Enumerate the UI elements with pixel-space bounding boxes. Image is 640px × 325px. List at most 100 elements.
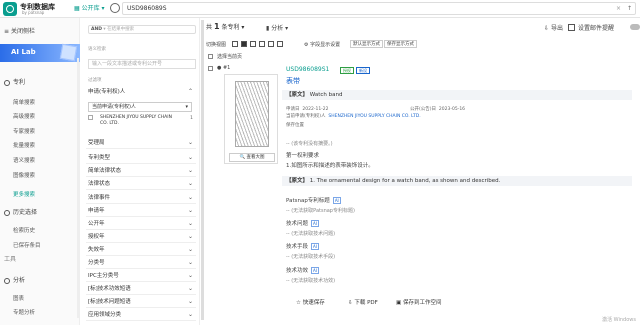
- patent-id[interactable]: USD986089S1: [286, 66, 329, 73]
- nav-topic-analysis[interactable]: 专题分析: [13, 308, 35, 316]
- ai-badge: AI: [311, 243, 319, 250]
- ai-lab-banner[interactable]: AI Lab: [0, 43, 80, 62]
- filter-app-field[interactable]: 应用领域分类 ⌄: [86, 309, 196, 321]
- library-selector[interactable]: ▦ 公开库 ▾: [70, 3, 109, 15]
- filter-expire-year[interactable]: 失效年 ⌄: [86, 244, 196, 256]
- company-count: 1: [190, 116, 193, 121]
- nav-more-search[interactable]: 更多搜索: [13, 190, 35, 198]
- filter-pub-year[interactable]: 公开年 ⌄: [86, 218, 196, 230]
- item-number: ● #1: [217, 65, 231, 71]
- logo-subtitle: by patsnap: [22, 10, 45, 15]
- within-results-input[interactable]: AND ▾ 在结果中搜索: [88, 25, 196, 34]
- compact-view-icon[interactable]: [277, 41, 283, 47]
- export-button[interactable]: ⇩ 导出: [544, 23, 563, 32]
- filter-tech-problem[interactable]: [标]技术问题短语 ⌄: [86, 296, 196, 308]
- nav-advanced-search[interactable]: 高级搜索: [13, 112, 35, 120]
- image-view-icon[interactable]: [259, 41, 265, 47]
- tools-section: 工具: [4, 256, 17, 263]
- nav-search-history[interactable]: 检索历史: [13, 226, 35, 234]
- save-location: 保存位置: [286, 123, 304, 128]
- save-workspace-button[interactable]: ▣ 保存到工作空间: [396, 298, 441, 306]
- nav-history[interactable]: 历史选择: [4, 208, 37, 218]
- table-view-icon[interactable]: [268, 41, 274, 47]
- filter-class[interactable]: 分类号 ⌄: [86, 257, 196, 269]
- default-view-button[interactable]: 默认显示方式: [350, 40, 383, 48]
- nav-patent[interactable]: 专利: [4, 78, 25, 88]
- semantic-label: 语义检索: [88, 47, 106, 52]
- filter-office[interactable]: 受理局 ⌄: [86, 137, 196, 149]
- applicant: 当前申请(专利权)人 SHENZHEN JIYOU SUPPLY CHAIN C…: [286, 114, 421, 119]
- search-submit-icon[interactable]: ↑: [627, 3, 632, 15]
- card-view-icon[interactable]: [241, 41, 247, 47]
- filter-tech-effect[interactable]: [标]技术功效短语 ⌄: [86, 283, 196, 295]
- patent-thumbnail[interactable]: 🔍 查看大图: [224, 74, 278, 164]
- grid-view-icon[interactable]: [250, 41, 256, 47]
- filter-legal-status[interactable]: 法律状态 ⌄: [86, 178, 196, 190]
- save-view-button[interactable]: 保存显示方式: [384, 40, 417, 48]
- filter-ipc[interactable]: IPC主分类号 ⌄: [86, 270, 196, 282]
- search-input[interactable]: USD986089S × ↑: [122, 2, 636, 15]
- pub-date: 公开(公告)日 2023-05-16: [410, 107, 466, 112]
- alert-toggle[interactable]: [630, 24, 640, 30]
- filter-legal-event[interactable]: 法律事件 ⌄: [86, 192, 196, 204]
- clear-icon[interactable]: ×: [616, 3, 621, 15]
- nav-batch-search[interactable]: 批量搜索: [13, 141, 35, 149]
- nav-semantic-search[interactable]: 语义搜索: [13, 156, 35, 164]
- result-count: 共 1 条专利 ▾: [206, 22, 245, 31]
- status-badge-new: 新设: [356, 67, 370, 74]
- filter-applicant[interactable]: 申请(专利权)人 ⌃: [86, 86, 196, 98]
- applicant-link[interactable]: SHENZHEN JIYOU SUPPLY CHAIN CO. LTD.: [328, 114, 420, 119]
- tech-means-label: 技术手段 AI: [286, 243, 319, 250]
- status-badge-granted: 授权: [340, 67, 354, 74]
- collapse-sidebar-button[interactable]: ≡ 关闭侧栏: [4, 27, 35, 37]
- bell-icon[interactable]: [568, 24, 575, 31]
- original-claim-section: 【原文】 1. The ornamental design for a watc…: [282, 176, 632, 186]
- company-checkbox[interactable]: [88, 115, 93, 120]
- analysis-button[interactable]: ▮ 分析 ▾: [266, 23, 288, 32]
- view-large-image-button[interactable]: 🔍 查看大图: [229, 153, 275, 162]
- filter-apply-year[interactable]: 申请年 ⌄: [86, 205, 196, 217]
- item-checkbox[interactable]: [208, 66, 213, 71]
- ai-badge: AI: [332, 197, 341, 204]
- nav-simple-search[interactable]: 简单搜索: [13, 98, 35, 106]
- filter-simple-legal[interactable]: 简单法律状态 ⌄: [86, 165, 196, 177]
- patent-title[interactable]: 表带: [286, 76, 300, 86]
- applicant-select[interactable]: 当前申请(专利权)人 ▾: [88, 102, 192, 112]
- chevron-down-icon: ⌄: [187, 194, 193, 201]
- chevron-down-icon: ⌄: [187, 180, 193, 187]
- chevron-down-icon: ⌄: [187, 272, 193, 279]
- list-view-icon[interactable]: [232, 41, 238, 47]
- field-settings-button[interactable]: ⚙ 字段显示设置: [304, 41, 340, 48]
- claim-text: 1.如图所示和描述的表带装饰设计。: [286, 163, 374, 169]
- sidebar: ≡ 关闭侧栏 AI Lab 专利 简单搜索 高级搜索 专家搜索 批量搜索 语义搜…: [0, 18, 80, 325]
- filter-label: 过滤项: [88, 78, 102, 83]
- sidebar-scrollbar[interactable]: [77, 58, 79, 318]
- semantic-input[interactable]: 输入一段文本描述或专利公开号: [88, 59, 196, 69]
- filter-type[interactable]: 专利类型 ⌄: [86, 152, 196, 164]
- globe-icon[interactable]: [110, 3, 120, 13]
- filter-grant-year[interactable]: 授权年 ⌄: [86, 231, 196, 243]
- tech-effect-value: -- (无法获取技术功效): [286, 278, 336, 284]
- patsnap-logo-icon[interactable]: [3, 2, 17, 16]
- nav-image-search[interactable]: 图像搜索: [13, 171, 35, 179]
- chevron-down-icon: ⌄: [187, 220, 193, 227]
- nav-expert-search[interactable]: 专家搜索: [13, 127, 35, 135]
- chevron-down-icon: ⌄: [187, 298, 193, 305]
- chevron-down-icon: ⌄: [187, 285, 193, 292]
- email-alert-button[interactable]: 设置邮件提醒: [578, 23, 614, 32]
- filter-panel: AND ▾ 在结果中搜索 语义检索 输入一段文本描述或专利公开号 过滤项 申请(…: [86, 18, 200, 325]
- view-label: 切换视图: [206, 42, 227, 48]
- nav-analysis[interactable]: 分析: [4, 276, 25, 286]
- nav-charts[interactable]: 图表: [13, 294, 24, 302]
- cube-icon: [59, 43, 78, 62]
- download-pdf-button[interactable]: ⇩ 下载 PDF: [348, 298, 378, 306]
- select-page-label: 选择当前页: [217, 54, 243, 60]
- tech-effect-label: 技术功效 AI: [286, 267, 319, 274]
- select-page-checkbox[interactable]: [208, 54, 213, 59]
- nav-saved-items[interactable]: 已保存条目: [13, 241, 41, 249]
- abstract-empty: -- (该专利没有摘要。): [286, 141, 333, 147]
- chevron-down-icon: ▾: [185, 104, 188, 110]
- ai-badge: AI: [311, 220, 319, 227]
- watermark: 激活 Windows: [602, 317, 636, 323]
- quick-save-button[interactable]: ☆ 快速保存: [296, 298, 325, 306]
